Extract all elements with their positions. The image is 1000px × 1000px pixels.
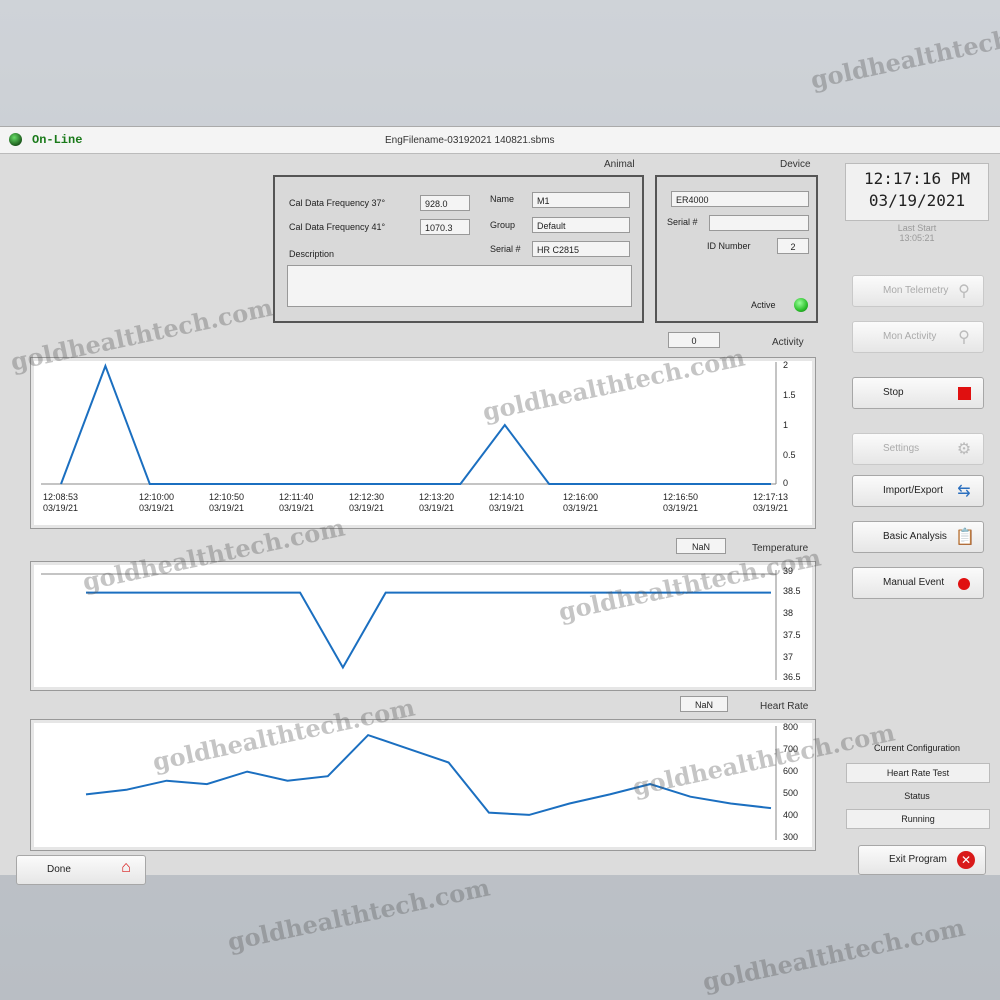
temperature-readout: NaN [676, 538, 726, 554]
device-serial-field[interactable] [709, 215, 809, 231]
heart-rate-ytick: 400 [783, 810, 799, 820]
status-value: Running [846, 809, 990, 829]
app-window: On-Line EngFilename-03192021 140821.sbms… [0, 126, 1000, 885]
activity-xtick: 12:11:40 03/19/21 [279, 492, 315, 513]
activity-xtick: 12:17:13 03/19/21 [753, 492, 789, 513]
stop-button[interactable]: Stop [852, 377, 984, 409]
active-led-icon [794, 298, 808, 312]
status-label: Status [904, 791, 930, 801]
heart-rate-ytick: 500 [783, 788, 799, 798]
activity-ytick: 1.5 [783, 390, 796, 400]
current-config-label: Current Configuration [873, 743, 961, 753]
temperature-ytick: 39 [783, 566, 794, 576]
magnifier-icon: ⚲ [958, 329, 970, 346]
basic-analysis-button[interactable]: Basic Analysis 📋 [852, 521, 984, 553]
manual-event-button[interactable]: Manual Event [852, 567, 984, 599]
activity-ytick: 2 [783, 360, 789, 370]
temperature-ytick: 37 [783, 652, 794, 662]
animal-panel: 928.0 Cal Data Frequency 37° 1070.3 Cal … [273, 175, 644, 323]
activity-xtick: 12:10:50 03/19/21 [209, 492, 245, 513]
description-textarea[interactable] [287, 265, 632, 307]
description-label: Description [289, 249, 335, 259]
activity-ytick: 0.5 [783, 450, 796, 460]
activity-readout: 0 [668, 332, 720, 348]
home-icon: ⌂ [121, 859, 131, 876]
activity-chart: 2 1.5 1 0.5 0 12:17:13 03/19/21 12:16:50 0… [30, 357, 816, 529]
device-panel: ER4000 Serial # ID Number 2 Active [655, 175, 818, 323]
temperature-ytick: 38 [783, 608, 794, 618]
device-last-start: Last Start 13:05:21 [897, 223, 937, 243]
active-label: Active [751, 300, 776, 310]
temperature-ytick: 38.5 [783, 586, 801, 596]
activity-xtick: 12:12:30 03/19/21 [349, 492, 385, 513]
import-export-button[interactable]: Import/Export ⇆ [852, 475, 984, 507]
activity-xtick: 12:16:00 03/19/21 [563, 492, 599, 513]
animal-serial-field[interactable]: HR C2815 [532, 241, 630, 257]
online-status-led-icon [9, 133, 22, 146]
clock-display: 12:17:16 PM 03/19/2021 [845, 163, 989, 221]
id-number-field[interactable]: 2 [777, 238, 809, 254]
activity-ytick: 1 [783, 420, 789, 430]
temperature-ytick: 37.5 [783, 630, 801, 640]
temperature-plot [41, 570, 777, 680]
online-status-label: On-Line [32, 133, 83, 147]
heart-rate-chart: 800 700 600 500 400 300 [30, 719, 816, 851]
activity-xtick: 12:08:53 03/19/21 [43, 492, 79, 513]
magnifier-icon: ⚲ [958, 283, 970, 300]
watermark-text: goldhealthtech.com [807, 10, 1000, 95]
heart-rate-ytick: 600 [783, 766, 799, 776]
cal41-field[interactable]: 1070.3 [420, 219, 470, 235]
name-label: Name [490, 194, 515, 204]
heart-rate-label: Heart Rate [760, 701, 809, 712]
mon-activity-button[interactable]: Mon Activity ⚲ [852, 321, 984, 353]
activity-xtick: 12:16:50 03/19/21 [663, 492, 699, 513]
clock-date: 03/19/2021 [868, 191, 966, 210]
cal37-label: Cal Data Frequency 37° [289, 198, 386, 208]
animal-group-label: Animal [604, 159, 635, 170]
done-button[interactable]: Done ⌂ [16, 855, 146, 885]
activity-xtick: 12:13:20 03/19/21 [419, 492, 455, 513]
name-field[interactable]: M1 [532, 192, 630, 208]
mon-telemetry-button[interactable]: Mon Telemetry ⚲ [852, 275, 984, 307]
heart-rate-ytick: 700 [783, 744, 799, 754]
temperature-label: Temperature [752, 543, 809, 554]
device-id-field[interactable]: ER4000 [671, 191, 809, 207]
window-title: EngFilename-03192021 140821.sbms [385, 135, 555, 146]
cal41-label: Cal Data Frequency 41° [289, 222, 386, 232]
exit-program-button[interactable]: Exit Program ✕ [858, 845, 986, 875]
activity-series-line [60, 363, 771, 485]
animal-serial-label: Serial # [490, 244, 521, 254]
heart-rate-series-line [85, 733, 772, 816]
activity-xtick: 12:10:00 03/19/21 [139, 492, 175, 513]
group-label: Group [490, 220, 516, 230]
activity-ytick: 0 [783, 478, 789, 488]
temperature-chart: 39 38.5 38 37.5 37 36.5 [30, 561, 816, 691]
heart-rate-ytick: 300 [783, 832, 799, 842]
device-serial-label: Serial # [667, 217, 698, 227]
heart-rate-ytick: 800 [783, 722, 799, 732]
title-bar: On-Line EngFilename-03192021 140821.sbms [0, 127, 1000, 154]
watermark-text: goldhealthtech.com [224, 872, 493, 957]
current-config-value: Heart Rate Test [846, 763, 990, 783]
watermark-text: goldhealthtech.com [699, 912, 968, 997]
settings-button[interactable]: Settings ⚙ [852, 433, 984, 465]
cal37-field[interactable]: 928.0 [420, 195, 470, 211]
clipboard-icon: 📋 [955, 529, 975, 546]
record-dot-icon [955, 575, 973, 593]
heart-rate-plot [85, 726, 777, 840]
id-number-label: ID Number [707, 241, 751, 251]
activity-xtick: 12:14:10 03/19/21 [489, 492, 525, 513]
clock-time: 12:17:16 PM [864, 169, 970, 188]
temperature-series-line [86, 591, 771, 670]
close-circle-icon: ✕ [957, 851, 975, 869]
device-group-label: Device [780, 159, 811, 170]
import-export-icon: ⇆ [957, 483, 971, 500]
gear-icon: ⚙ [956, 441, 972, 458]
heart-rate-readout: NaN [680, 696, 728, 712]
group-field[interactable]: Default [532, 217, 630, 233]
stop-icon [955, 385, 973, 403]
temperature-ytick: 36.5 [783, 672, 801, 682]
activity-label: Activity [772, 337, 804, 348]
